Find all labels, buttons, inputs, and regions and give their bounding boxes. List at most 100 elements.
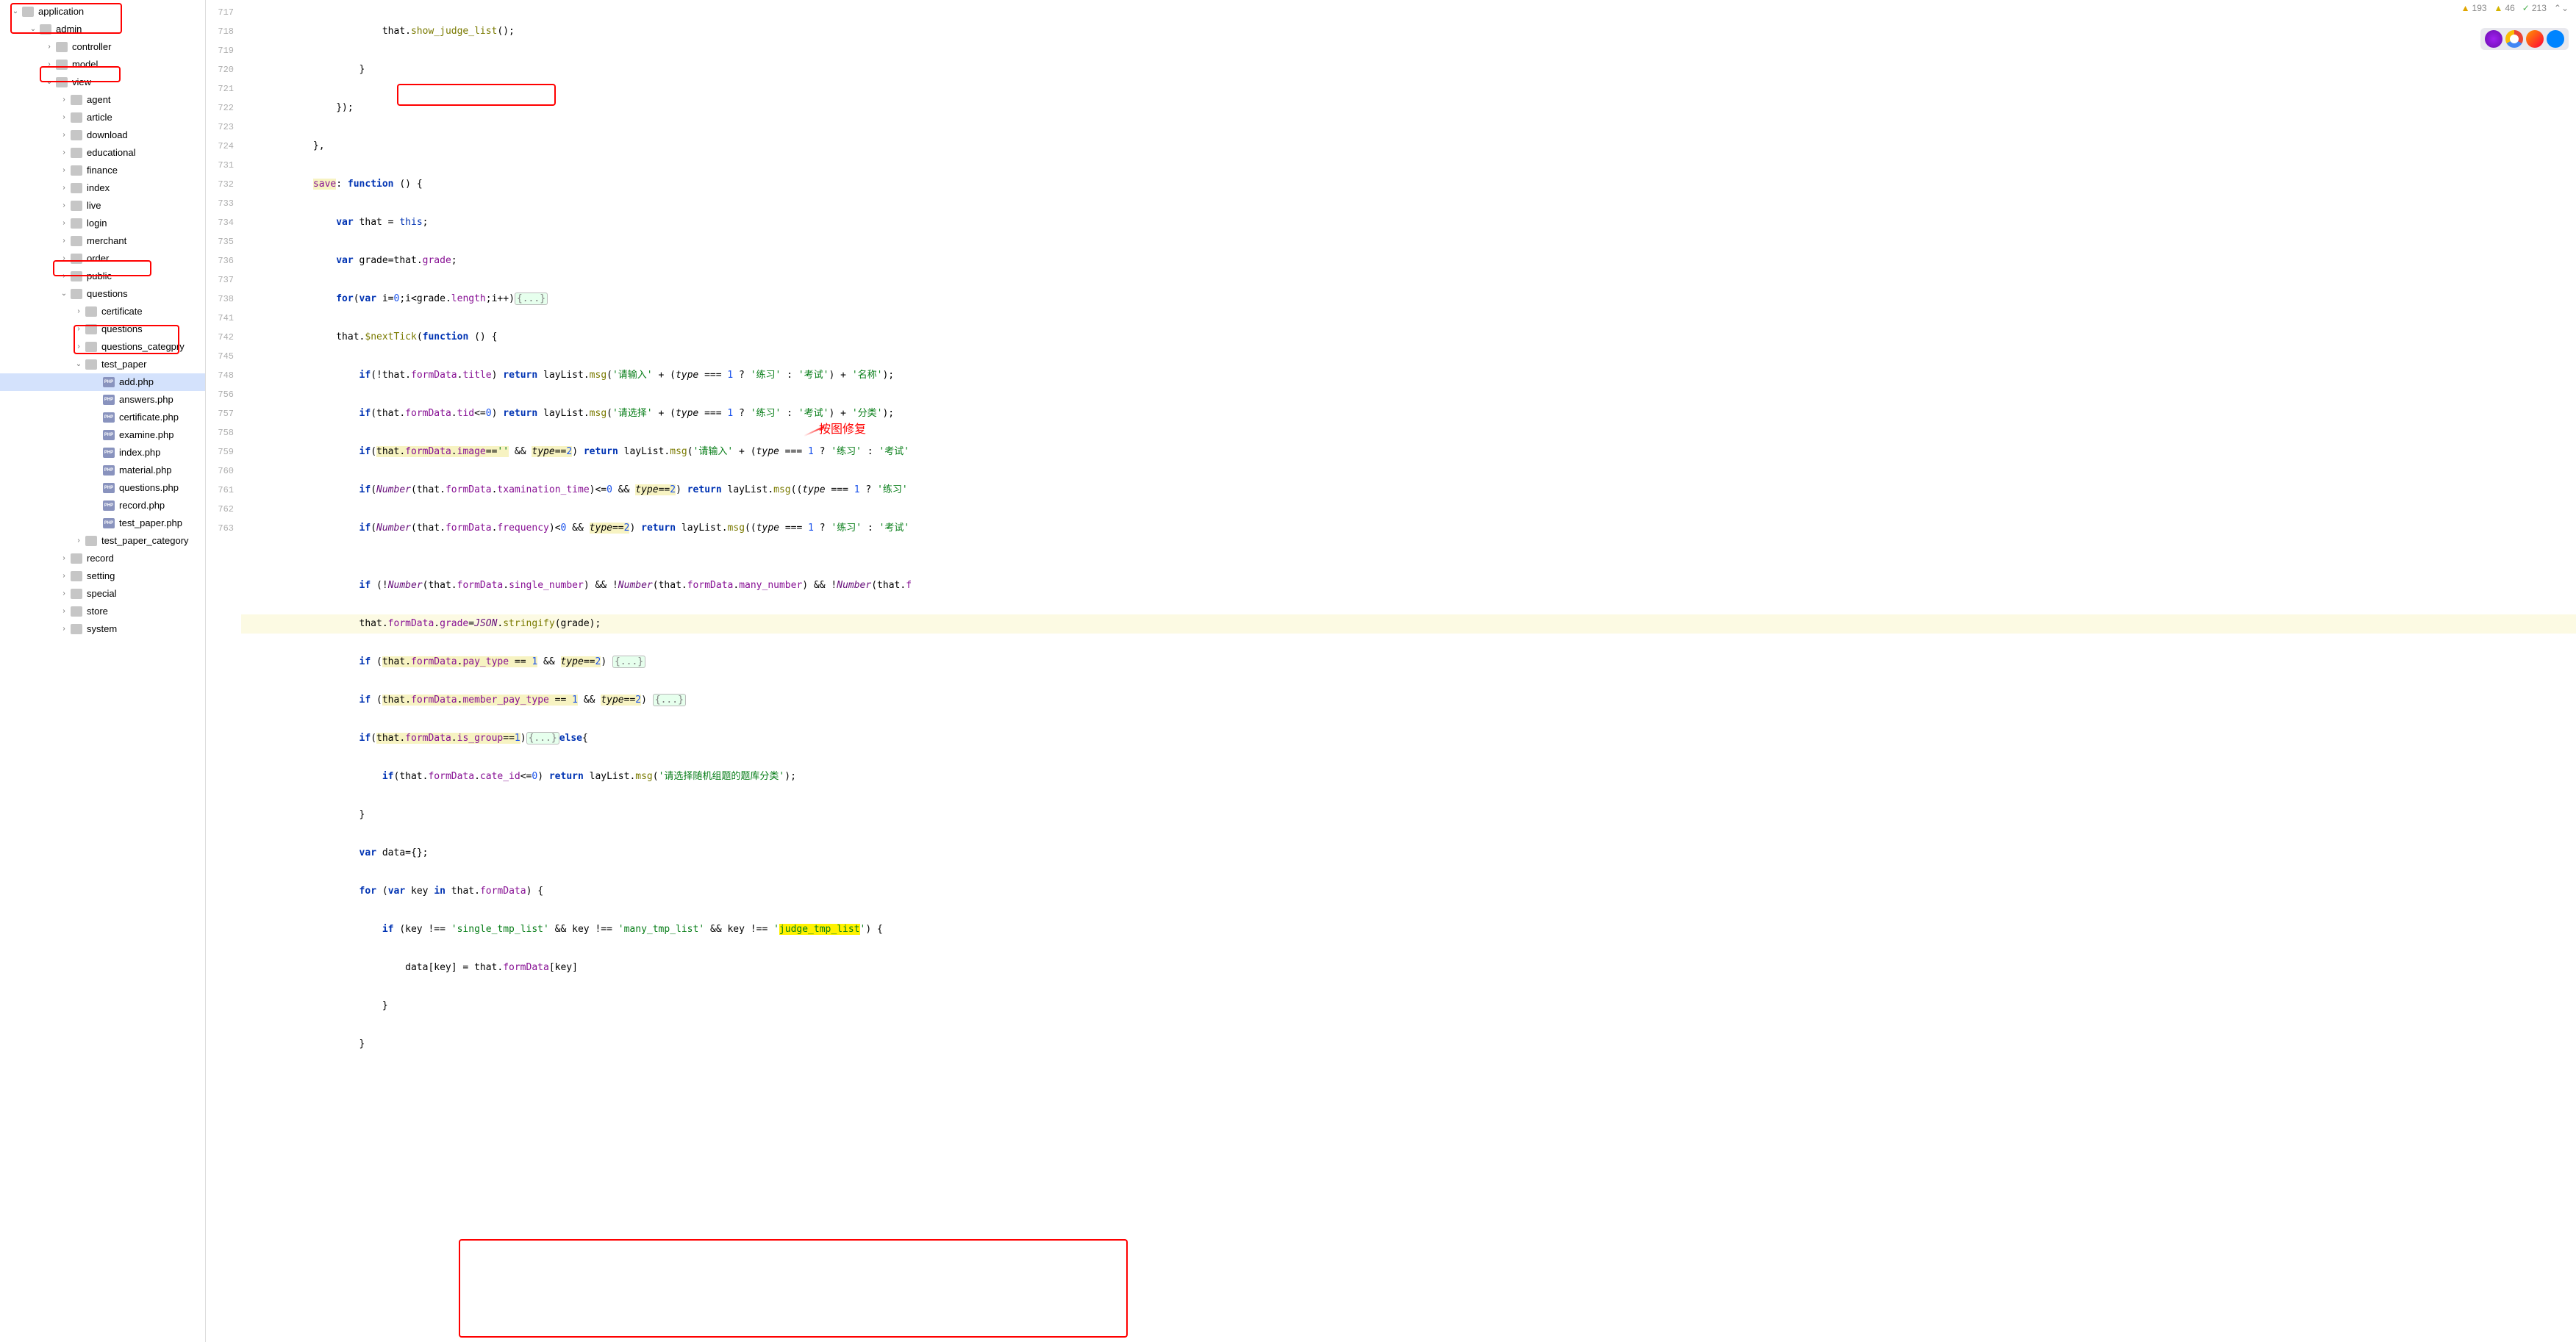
chevron-right-icon[interactable] xyxy=(59,551,69,566)
tree-item-test-paper-php[interactable]: test_paper.php xyxy=(0,514,205,532)
tree-item-public[interactable]: public xyxy=(0,268,205,285)
line-number[interactable]: 723 xyxy=(206,118,234,137)
tree-item-certificate-php[interactable]: certificate.php xyxy=(0,409,205,426)
tree-item-application[interactable]: application xyxy=(0,3,205,21)
inspection-status-bar[interactable]: ▲193 ▲46 ✓213 ⌃⌄ xyxy=(2461,3,2569,13)
chevron-right-icon[interactable] xyxy=(44,57,54,72)
chevron-right-icon[interactable] xyxy=(59,216,69,231)
line-number[interactable]: 722 xyxy=(206,98,234,118)
chevron-right-icon[interactable] xyxy=(74,340,84,354)
line-number[interactable]: 731 xyxy=(206,156,234,175)
tree-item-live[interactable]: live xyxy=(0,197,205,215)
line-number[interactable]: 733 xyxy=(206,194,234,213)
tree-item-order[interactable]: order xyxy=(0,250,205,268)
chevron-down-icon[interactable] xyxy=(59,287,69,301)
line-number[interactable]: 748 xyxy=(206,366,234,385)
line-number[interactable]: 734 xyxy=(206,213,234,232)
chevron-right-icon[interactable] xyxy=(59,622,69,636)
line-number[interactable]: 745 xyxy=(206,347,234,366)
chevron-right-icon[interactable] xyxy=(44,40,54,54)
chevron-down-icon[interactable] xyxy=(74,357,84,372)
line-number[interactable]: 732 xyxy=(206,175,234,194)
chevron-right-icon[interactable] xyxy=(59,181,69,195)
tree-item-store[interactable]: store xyxy=(0,603,205,620)
chevron-right-icon[interactable] xyxy=(59,234,69,248)
line-number[interactable]: 720 xyxy=(206,60,234,79)
line-number[interactable]: 718 xyxy=(206,22,234,41)
chevron-right-icon[interactable] xyxy=(59,163,69,178)
chevron-right-icon[interactable] xyxy=(59,128,69,143)
tree-item-download[interactable]: download xyxy=(0,126,205,144)
messenger-icon[interactable] xyxy=(2547,30,2564,48)
chrome-icon[interactable] xyxy=(2505,30,2523,48)
code-fold-button[interactable]: {...} xyxy=(612,656,645,668)
line-number[interactable]: 735 xyxy=(206,232,234,251)
warnings-indicator[interactable]: ▲193 xyxy=(2461,3,2487,13)
tree-item-article[interactable]: article xyxy=(0,109,205,126)
line-number[interactable]: 737 xyxy=(206,270,234,290)
tree-item-model[interactable]: model xyxy=(0,56,205,73)
tree-item-record-php[interactable]: record.php xyxy=(0,497,205,514)
chevron-down-icon[interactable] xyxy=(28,22,38,37)
tree-item-material-php[interactable]: material.php xyxy=(0,462,205,479)
tree-item-finance[interactable]: finance xyxy=(0,162,205,179)
code-area[interactable]: that.show_judge_list(); } }); }, save: f… xyxy=(241,0,2576,1342)
line-number[interactable]: 763 xyxy=(206,519,234,538)
chevron-right-icon[interactable] xyxy=(59,198,69,213)
chevron-right-icon[interactable] xyxy=(59,93,69,107)
tree-item-educational[interactable]: educational xyxy=(0,144,205,162)
tree-item-certificate[interactable]: certificate xyxy=(0,303,205,320)
tree-item-special[interactable]: special xyxy=(0,585,205,603)
tree-item-questions-php[interactable]: questions.php xyxy=(0,479,205,497)
code-fold-button[interactable]: {...} xyxy=(526,732,559,744)
chevron-right-icon[interactable] xyxy=(59,146,69,160)
weak-warnings-indicator[interactable]: ▲46 xyxy=(2494,3,2515,13)
ok-indicator[interactable]: ✓213 xyxy=(2522,3,2547,13)
line-number[interactable]: 721 xyxy=(206,79,234,98)
chevron-right-icon[interactable] xyxy=(74,304,84,319)
line-number[interactable]: 762 xyxy=(206,500,234,519)
line-number[interactable]: 736 xyxy=(206,251,234,270)
chevron-right-icon[interactable] xyxy=(59,586,69,601)
chevron-right-icon[interactable] xyxy=(59,269,69,284)
tree-item-answers-php[interactable]: answers.php xyxy=(0,391,205,409)
tree-item-index-php[interactable]: index.php xyxy=(0,444,205,462)
tree-item-questions-sub[interactable]: questions xyxy=(0,320,205,338)
chevron-right-icon[interactable] xyxy=(74,534,84,548)
line-number[interactable]: 742 xyxy=(206,328,234,347)
tree-item-test-paper-category[interactable]: test_paper_category xyxy=(0,532,205,550)
chevron-right-icon[interactable] xyxy=(59,251,69,266)
tree-item-add-php[interactable]: add.php xyxy=(0,373,205,391)
code-fold-button[interactable]: {...} xyxy=(515,293,548,305)
line-gutter[interactable]: 717 718 719 720 721 722 723 724 731 732 … xyxy=(206,0,241,1342)
line-number[interactable]: 759 xyxy=(206,442,234,462)
tree-item-setting[interactable]: setting xyxy=(0,567,205,585)
line-number[interactable]: 758 xyxy=(206,423,234,442)
tree-item-questions-category[interactable]: questions_categpry xyxy=(0,338,205,356)
line-number[interactable]: 741 xyxy=(206,309,234,328)
tree-item-view[interactable]: view xyxy=(0,73,205,91)
line-number[interactable]: 724 xyxy=(206,137,234,156)
line-number[interactable]: 717 xyxy=(206,3,234,22)
firefox-icon[interactable] xyxy=(2526,30,2544,48)
chevron-right-icon[interactable] xyxy=(59,604,69,619)
tree-item-merchant[interactable]: merchant xyxy=(0,232,205,250)
chevron-right-icon[interactable] xyxy=(74,322,84,337)
tree-item-test-paper[interactable]: test_paper xyxy=(0,356,205,373)
tree-item-index[interactable]: index xyxy=(0,179,205,197)
chevron-right-icon[interactable] xyxy=(59,110,69,125)
tree-item-controller[interactable]: controller xyxy=(0,38,205,56)
line-number[interactable]: 757 xyxy=(206,404,234,423)
tree-item-examine-php[interactable]: examine.php xyxy=(0,426,205,444)
line-number[interactable]: 761 xyxy=(206,481,234,500)
line-number[interactable]: 760 xyxy=(206,462,234,481)
project-tree-sidebar[interactable]: application admin controller model view … xyxy=(0,0,206,1342)
tree-item-admin[interactable]: admin xyxy=(0,21,205,38)
tree-item-record[interactable]: record xyxy=(0,550,205,567)
tree-item-questions[interactable]: questions xyxy=(0,285,205,303)
ide-icon[interactable] xyxy=(2485,30,2502,48)
line-number[interactable]: 719 xyxy=(206,41,234,60)
chevron-right-icon[interactable] xyxy=(59,569,69,584)
chevron-down-icon[interactable] xyxy=(44,75,54,90)
line-number[interactable]: 756 xyxy=(206,385,234,404)
